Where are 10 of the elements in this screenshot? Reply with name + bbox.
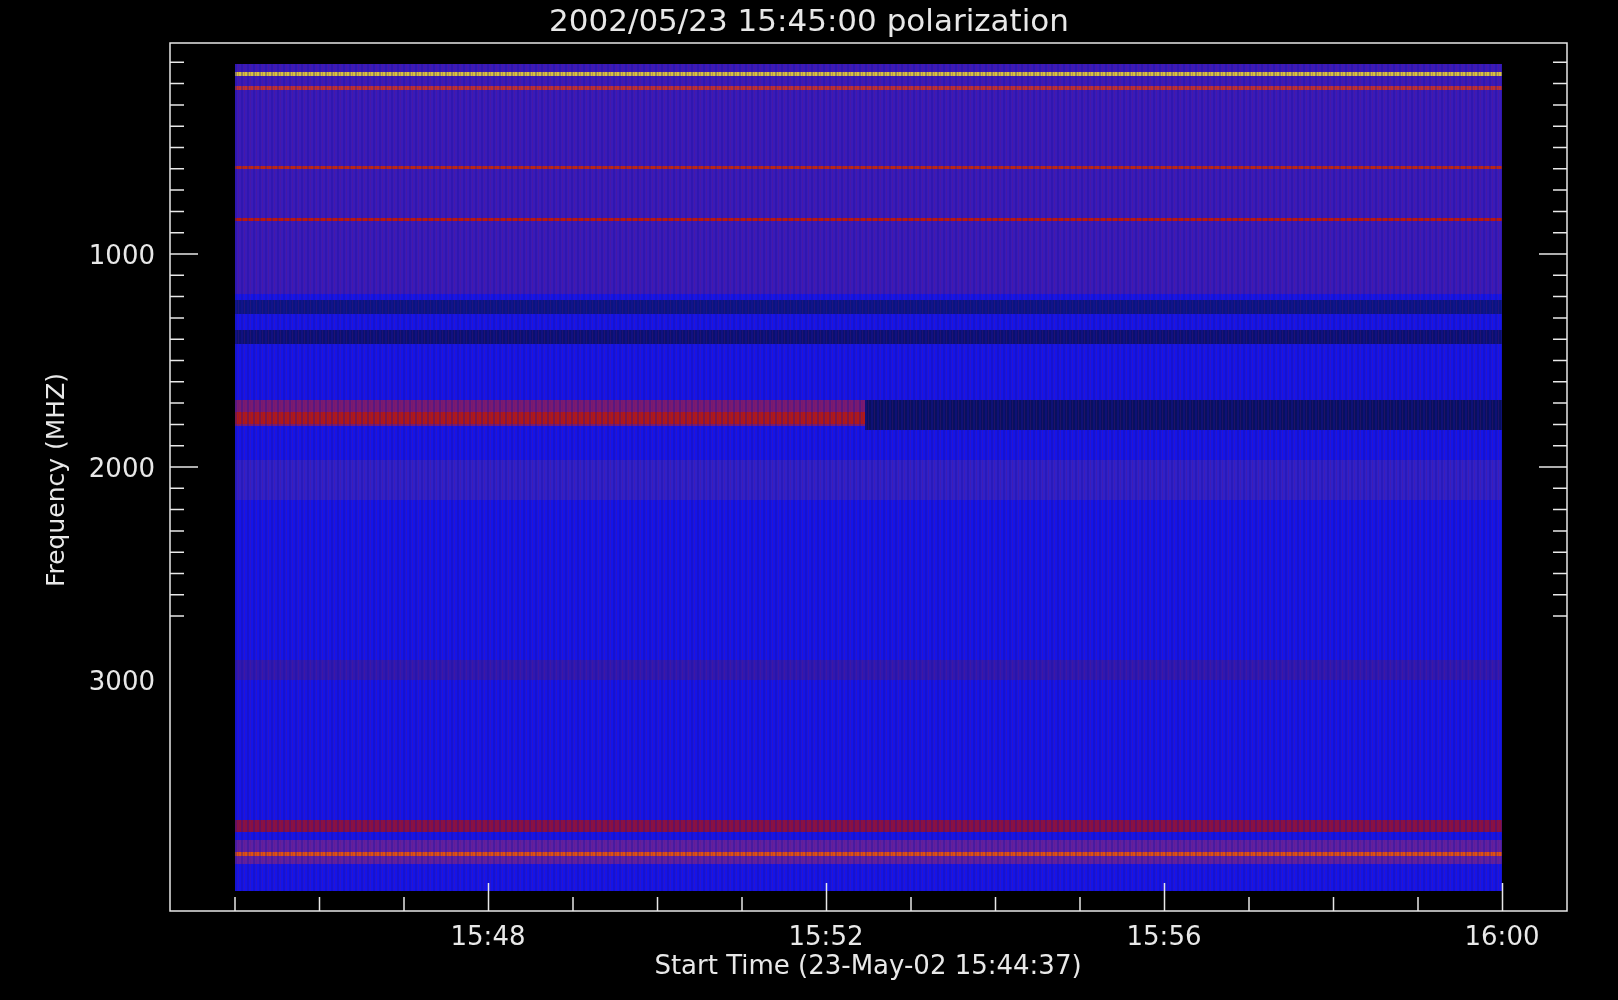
y-tick-label: 2000: [88, 453, 155, 483]
plot-title: 2002/05/23 15:45:00 polarization: [549, 2, 1069, 38]
x-tick-label: 15:48: [450, 921, 526, 951]
y-axis-label: Frequency (MHZ): [41, 372, 70, 588]
x-tick-label: 16:00: [1464, 921, 1540, 951]
y-tick-label: 1000: [88, 240, 155, 270]
x-tick-label: 15:56: [1126, 921, 1202, 951]
x-axis-label: Start Time (23-May-02 15:44:37): [654, 950, 1082, 980]
x-tick-label: 15:52: [788, 921, 864, 951]
y-tick-label: 3000: [88, 666, 155, 696]
